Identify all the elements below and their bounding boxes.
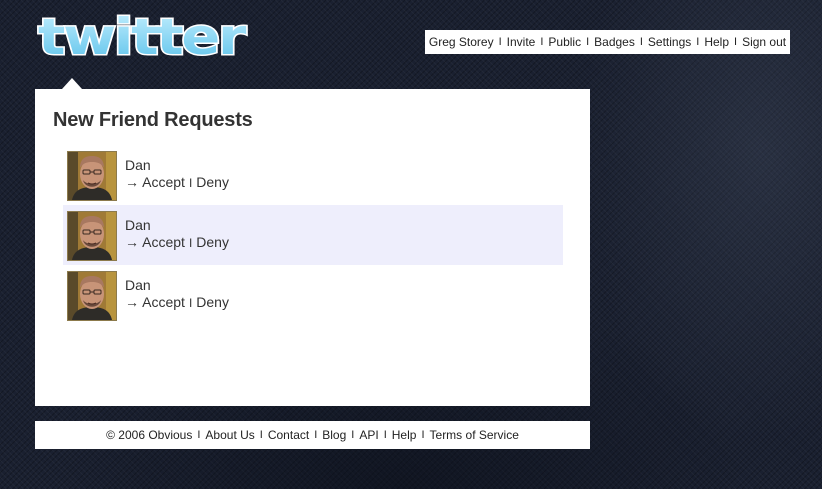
- footer-separator: I: [351, 429, 355, 441]
- footer-api-link[interactable]: API: [359, 428, 378, 442]
- footer-terms-link[interactable]: Terms of Service: [430, 428, 519, 442]
- deny-link[interactable]: Deny: [196, 294, 229, 310]
- footer-help-link[interactable]: Help: [392, 428, 417, 442]
- nav-separator: I: [540, 36, 544, 48]
- friend-request-item: Dan → Accept I Deny: [63, 265, 563, 325]
- footer: © 2006 Obvious I About Us I Contact I Bl…: [35, 421, 590, 449]
- top-nav: Greg Storey I Invite I Public I Badges I…: [425, 30, 790, 54]
- accept-link[interactable]: Accept: [142, 174, 185, 190]
- action-separator: I: [188, 296, 193, 310]
- requester-name[interactable]: Dan: [125, 277, 151, 293]
- action-separator: I: [188, 236, 193, 250]
- accept-link[interactable]: Accept: [142, 294, 185, 310]
- requester-name[interactable]: Dan: [125, 157, 151, 173]
- footer-separator: I: [421, 429, 425, 441]
- logo-text: twitter: [38, 8, 247, 66]
- deny-link[interactable]: Deny: [196, 234, 229, 250]
- nav-settings-link[interactable]: Settings: [648, 35, 691, 49]
- footer-separator: I: [383, 429, 387, 441]
- nav-sign-out-link[interactable]: Sign out: [742, 35, 786, 49]
- nav-help-link[interactable]: Help: [704, 35, 729, 49]
- nav-separator: I: [586, 36, 590, 48]
- footer-about-link[interactable]: About Us: [205, 428, 254, 442]
- nav-invite-link[interactable]: Invite: [507, 35, 536, 49]
- nav-separator: I: [639, 36, 643, 48]
- twitter-logo[interactable]: twitter: [34, 6, 249, 70]
- avatar[interactable]: [67, 271, 117, 321]
- footer-contact-link[interactable]: Contact: [268, 428, 309, 442]
- right-arrow-icon: →: [125, 174, 139, 190]
- requester-name[interactable]: Dan: [125, 217, 151, 233]
- avatar[interactable]: [67, 151, 117, 201]
- nav-user-link[interactable]: Greg Storey: [429, 35, 494, 49]
- request-actions: → Accept I Deny: [125, 294, 229, 310]
- request-actions: → Accept I Deny: [125, 234, 229, 250]
- accept-link[interactable]: Accept: [142, 234, 185, 250]
- nav-separator: I: [498, 36, 502, 48]
- panel-pointer: [62, 78, 82, 89]
- friend-request-list: Dan → Accept I Deny Dan → Accept I Deny …: [63, 145, 563, 325]
- copyright-text: © 2006 Obvious: [106, 428, 193, 442]
- action-separator: I: [188, 176, 193, 190]
- footer-separator: I: [259, 429, 263, 441]
- avatar[interactable]: [67, 211, 117, 261]
- nav-badges-link[interactable]: Badges: [594, 35, 635, 49]
- footer-separator: I: [314, 429, 318, 441]
- nav-public-link[interactable]: Public: [548, 35, 581, 49]
- footer-blog-link[interactable]: Blog: [322, 428, 346, 442]
- nav-separator: I: [696, 36, 700, 48]
- main-panel: New Friend Requests Dan → Accept I Deny …: [35, 89, 590, 406]
- right-arrow-icon: →: [125, 294, 139, 310]
- request-actions: → Accept I Deny: [125, 174, 229, 190]
- right-arrow-icon: →: [125, 234, 139, 250]
- friend-request-item: Dan → Accept I Deny: [63, 205, 563, 265]
- deny-link[interactable]: Deny: [196, 174, 229, 190]
- footer-separator: I: [197, 429, 201, 441]
- friend-request-item: Dan → Accept I Deny: [63, 145, 563, 205]
- page-title: New Friend Requests: [53, 109, 253, 131]
- nav-separator: I: [734, 36, 738, 48]
